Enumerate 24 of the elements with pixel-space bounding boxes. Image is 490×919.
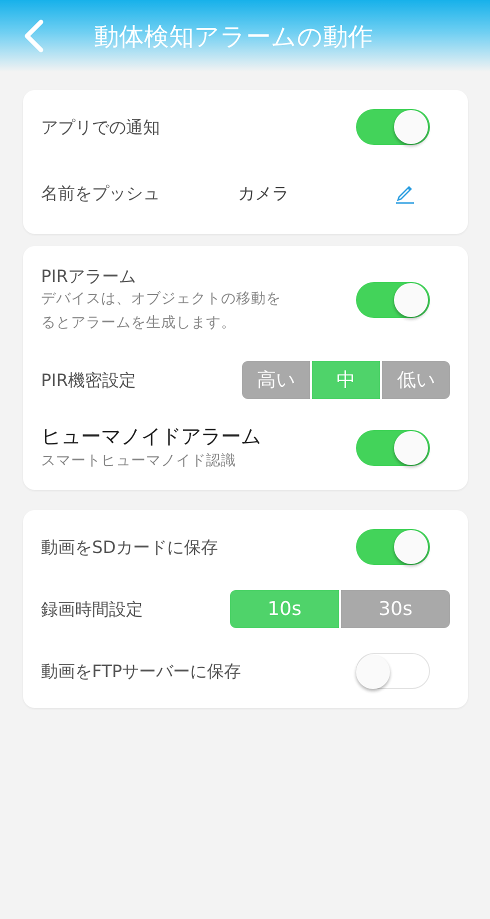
setting-description: スマートヒューマノイド認識 [41,452,237,471]
toggle-switch[interactable] [356,109,430,145]
setting-label: 動画をFTPサーバーに保存 [41,660,242,682]
page-title: 動体検知アラームの動作 [94,20,373,52]
setting-label: 録画時間設定 [41,598,143,620]
setting-description: デバイスは、オブジェクトの移動を [41,290,281,310]
setting-label: 動画をSDカードに保存 [41,536,218,558]
toggle-switch[interactable] [356,430,430,466]
toggle-switch[interactable] [356,529,430,565]
segment-option[interactable]: 中 [312,361,380,399]
setting-label: PIR機密設定 [41,370,136,392]
setting-label: PIRアラーム [41,266,138,288]
name-value: カメラ [238,182,290,204]
back-icon[interactable] [22,19,46,53]
toggle-switch[interactable] [356,282,430,318]
setting-description: るとアラームを生成します。 [41,314,237,332]
setting-label: 名前をプッシュ [41,182,160,204]
segment-option[interactable]: 30s [341,590,450,628]
setting-label: アプリでの通知 [41,116,160,138]
segment-option[interactable]: 低い [382,361,450,399]
segment-option[interactable]: 高い [242,361,310,399]
segment-option[interactable]: 10s [230,590,339,628]
setting-label: ヒューマノイドアラーム [41,422,261,450]
toggle-switch[interactable] [356,653,430,689]
